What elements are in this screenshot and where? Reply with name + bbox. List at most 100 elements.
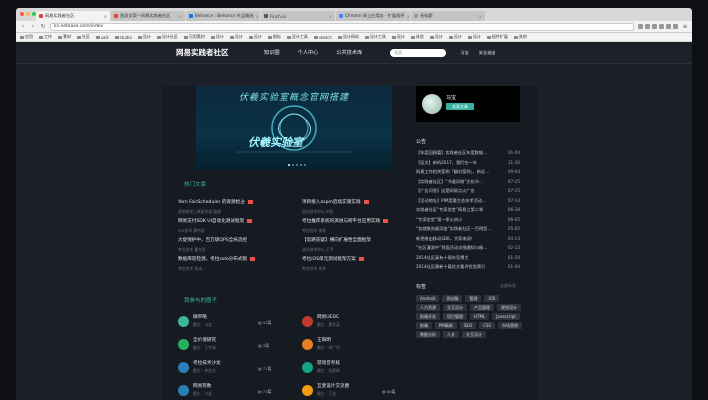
menu-icon[interactable]: ≡: [682, 23, 688, 30]
tag-item[interactable]: Javascript: [492, 313, 520, 320]
announcement-item[interactable]: 2014社区真有十周年官博主 01-20: [416, 255, 520, 261]
carousel-dot[interactable]: [288, 164, 290, 166]
tag-item[interactable]: 市场营销: [497, 322, 522, 329]
back-icon[interactable]: ‹: [20, 23, 26, 30]
browser-tab[interactable]: Behance : Behance 作品精选 ×: [186, 11, 260, 21]
article-item[interactable]: 考拉推荐系统的演进与跨平台应用实践 考拉技术 李俊: [302, 218, 389, 234]
announcement-text[interactable]: 新把推出移动SDK，大家来测！: [416, 236, 475, 242]
bookmark-item[interactable]: 设计: [429, 34, 443, 40]
announcement-item[interactable]: 【广告问答】这是网易点火广告 07-25: [416, 188, 520, 194]
avatar[interactable]: [422, 94, 442, 114]
announcement-text[interactable]: 2014社区真有十周年官博主: [416, 255, 469, 261]
circle-item[interactable]: 全价值研究 圈主：王宇清 ▤ 3篇: [178, 337, 288, 352]
tag-item[interactable]: 视觉设计: [497, 304, 521, 311]
announcement-text[interactable]: 2014社区最新十篇优文看评优投票行: [416, 264, 485, 270]
circle-item[interactable]: 游戏音考核 圈主：张昊新: [302, 360, 412, 375]
article-title[interactable]: 考拉iOS单元测试框架方案: [302, 257, 356, 262]
circle-name[interactable]: 互斐设计交流圈: [317, 384, 349, 389]
bookmark-item[interactable]: 设计: [137, 34, 151, 40]
tag-item[interactable]: 交互设计: [462, 331, 486, 338]
circle-item[interactable]: 互斐设计交流圈 圈主：王浩 ▤ 68篇: [302, 383, 412, 398]
circle-name[interactable]: 王阳明: [317, 338, 331, 343]
tag-item[interactable]: 人文: [443, 331, 459, 338]
tag-item[interactable]: 项目管理: [443, 313, 467, 320]
article-item[interactable]: Yarn FairScheduler 的资源抢占 系统研发工具研发组 路遥: [178, 199, 253, 215]
close-tab-icon[interactable]: ×: [479, 14, 482, 19]
close-window-icon[interactable]: [20, 12, 24, 16]
tag-item[interactable]: Android: [416, 295, 440, 302]
tag-item[interactable]: 前端: [416, 322, 432, 329]
user-name-link[interactable]: 马宝: [460, 50, 468, 56]
banner-carousel[interactable]: 伏羲实验室概念官网搭建 伏羲实验室: [196, 86, 392, 170]
circle-name[interactable]: 游戏音考核: [317, 361, 340, 366]
article-title[interactable]: 大促保护中，百万级QPS全局流控: [178, 238, 247, 243]
announcement-item[interactable]: 网易工作相关案例「翻对案例」，新总… 09-04: [416, 169, 520, 175]
site-logo[interactable]: 网易实践者社区: [176, 47, 264, 58]
circle-name[interactable]: 微带略: [193, 315, 207, 320]
close-tab-icon[interactable]: ×: [329, 14, 332, 19]
tag-item[interactable]: 管理: [465, 295, 482, 302]
bookmark-item[interactable]: 设计网站: [337, 34, 359, 40]
browser-tab[interactable]: Finch.io ×: [261, 11, 335, 21]
bookmark-item[interactable]: 插件扩展: [486, 34, 508, 40]
browser-tab[interactable]: Chrome 网上应用店 - 扩展程序 ×: [336, 11, 410, 21]
browser-tab[interactable]: 直男文案—网易实践者社区 ×: [111, 11, 185, 21]
nav-library[interactable]: 公共技术库: [336, 49, 362, 56]
publish-article-button[interactable]: 发表文章: [446, 103, 474, 110]
bookmark-item[interactable]: 设计: [391, 34, 405, 40]
announcement-text[interactable]: 【年度回顾篇】实践者社区年度数据…: [416, 150, 487, 156]
announcement-item[interactable]: 【活动地址】PIM度量生态技术活动… 07-14: [416, 198, 520, 204]
article-item[interactable]: 数据库巡检源，考拉solo分布式锁 考拉技术 张沛: [178, 256, 256, 272]
bookmark-item[interactable]: 社区: [77, 34, 90, 40]
profile-name[interactable]: 马宝: [446, 94, 456, 101]
announcement-text[interactable]: 【实践者社区】“书道风物”文化节…: [416, 179, 483, 185]
tag-item[interactable]: CSS: [479, 322, 495, 329]
bookmark-item[interactable]: 设计工具: [286, 34, 308, 40]
circle-name[interactable]: 考拉技术沙龙: [193, 361, 221, 366]
bookmark-item[interactable]: 其他: [513, 34, 527, 40]
extension-icon[interactable]: [638, 24, 643, 29]
announcement-item[interactable]: 【征文】新的2017，我们在一年 11-30: [416, 160, 520, 166]
bookmark-item[interactable]: sketch: [313, 35, 332, 40]
tag-item[interactable]: SEO: [459, 322, 477, 329]
nav-personal[interactable]: 个人中心: [298, 49, 319, 56]
announcement-item[interactable]: “包就服务器添加”实践者社区—百例型… 05-05: [416, 226, 520, 232]
circle-avatar[interactable]: [302, 362, 313, 373]
circle-avatar[interactable]: [302, 339, 313, 350]
article-title[interactable]: 项目接入aspm后续实施实践: [302, 200, 361, 205]
bookmark-item[interactable]: 应用: [20, 34, 33, 40]
url-input[interactable]: ks.netease.com/index: [50, 22, 634, 31]
announcement-item[interactable]: 【实践者社区】“书道风物”文化节… 07-25: [416, 179, 520, 185]
announcement-text[interactable]: 【活动地址】PIM度量生态技术活动…: [416, 198, 486, 204]
announcement-text[interactable]: 网易工作相关案例「翻对案例」，新总…: [416, 169, 489, 175]
close-tab-icon[interactable]: ×: [179, 14, 182, 19]
tag-item[interactable]: 测试服: [442, 295, 463, 302]
browser-tab[interactable]: 网易实践者社区 ×: [36, 11, 110, 21]
bookmark-item[interactable]: 图标: [267, 34, 281, 40]
carousel-dot[interactable]: [300, 164, 302, 166]
bookmark-item[interactable]: ukit: [96, 35, 109, 40]
circle-avatar[interactable]: [178, 316, 189, 327]
circle-avatar[interactable]: [178, 362, 189, 373]
close-tab-icon[interactable]: ×: [104, 14, 107, 19]
bookmark-item[interactable]: 工作: [39, 34, 52, 40]
circle-item[interactable]: 微带略 圈主：马宝 ▤ 43篇: [178, 314, 288, 329]
bookmark-item[interactable]: 设计: [467, 34, 481, 40]
circle-avatar[interactable]: [178, 339, 189, 350]
tag-item[interactable]: 人力资源: [416, 304, 440, 311]
extension-icon[interactable]: [645, 24, 650, 29]
circle-item[interactable]: 网易UEDC 圈主：黄华英: [302, 314, 412, 329]
carousel-dot[interactable]: [304, 164, 306, 166]
all-tags-link[interactable]: 全部标签: [500, 283, 516, 289]
announcement-item[interactable]: 实践者社区“专家坐堂”网易之第二季 06-28: [416, 207, 520, 213]
tag-item[interactable]: iOS: [484, 295, 500, 302]
forward-icon[interactable]: ›: [30, 23, 36, 30]
article-title[interactable]: 数据库巡检源，考拉solo分布式锁: [178, 257, 247, 262]
extension-icon[interactable]: [666, 24, 671, 29]
announcement-text[interactable]: 实践者社区“专家坐堂”网易之第二季: [416, 207, 483, 213]
bookmark-item[interactable]: 设计: [248, 34, 262, 40]
announcement-item[interactable]: “专家坐堂”第一季火热小 06-05: [416, 217, 520, 223]
bookmark-item[interactable]: 可用素材: [183, 34, 205, 40]
article-title[interactable]: Yarn FairScheduler 的资源抢占: [178, 200, 245, 205]
article-item[interactable]: 网易支付SDK UI自动化测试框架 IOS技术 黄宗豪: [178, 218, 253, 234]
